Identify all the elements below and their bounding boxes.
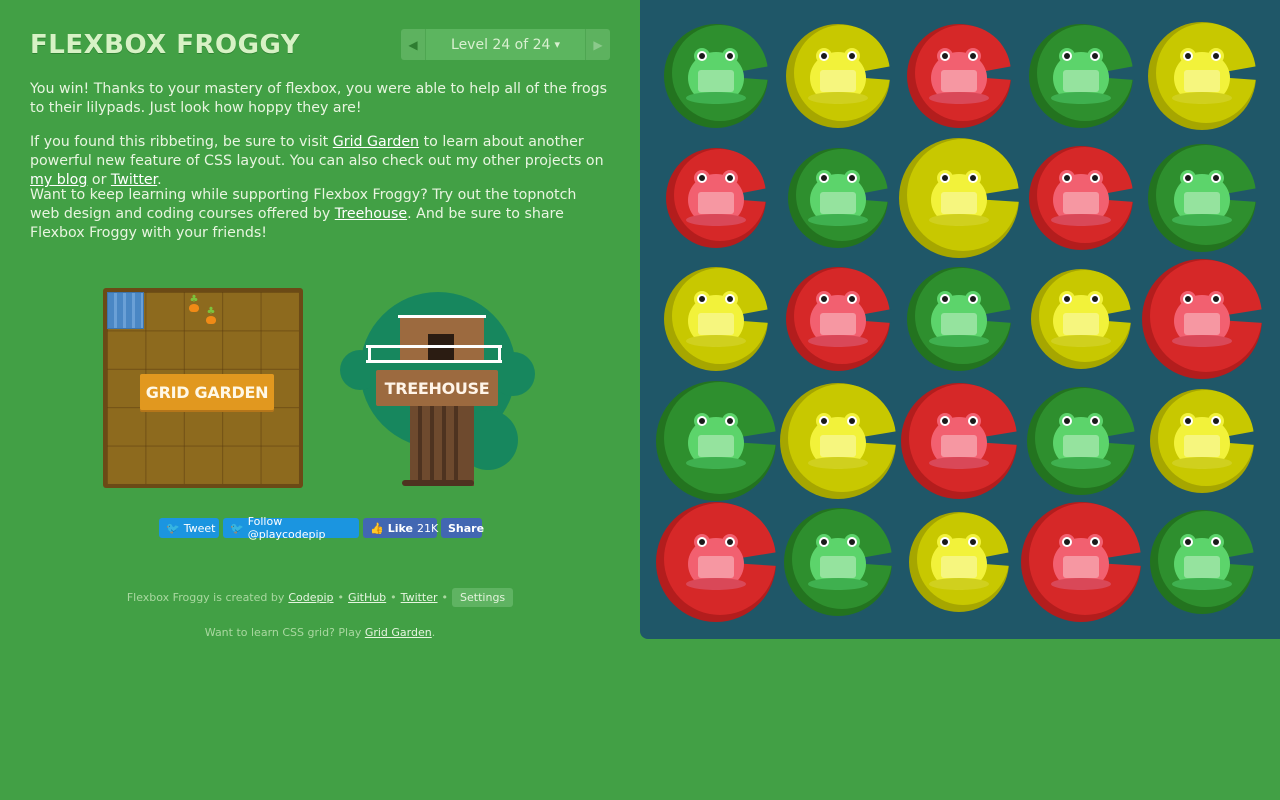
green-frog-on-lilypad	[1029, 24, 1135, 128]
yellow-frog-on-lilypad	[1150, 389, 1256, 493]
red-frog-on-lilypad	[666, 148, 768, 248]
grid-garden-paragraph: If you found this ribbeting, be sure to …	[30, 133, 610, 190]
green-frog-on-lilypad	[1027, 387, 1137, 495]
treehouse-label: TREEHOUSE	[376, 370, 498, 406]
win-message: You win! Thanks to your mastery of flexb…	[30, 81, 608, 116]
next-level-arrow-icon[interactable]: ▶	[586, 29, 610, 60]
pond-svg	[656, 22, 1264, 622]
yellow-frog-on-lilypad	[664, 267, 770, 371]
carrot-icon: ♣	[204, 307, 218, 326]
twitter-footer-link[interactable]: Twitter	[401, 591, 438, 604]
grid-garden-label: GRID GARDEN	[140, 374, 274, 410]
facebook-like-button[interactable]: 👍 Like 21K	[363, 518, 439, 538]
thumbs-up-icon: 👍	[370, 521, 384, 535]
grid-garden-footer: Want to learn CSS grid? Play Grid Garden…	[30, 626, 610, 639]
green-frog-on-lilypad	[788, 148, 890, 248]
separator: •	[441, 591, 449, 604]
red-frog-on-lilypad	[1029, 146, 1135, 250]
grid-garden-link[interactable]: Grid Garden	[333, 134, 419, 150]
like-label: Like	[387, 521, 413, 535]
like-count: 21K	[416, 521, 439, 535]
twitter-bird-icon: 🐦	[230, 521, 244, 535]
twitter-bird-icon: 🐦	[166, 521, 180, 535]
green-frog-on-lilypad	[1150, 510, 1256, 614]
github-link[interactable]: GitHub	[348, 591, 386, 604]
follow-button[interactable]: 🐦 Follow @playcodepip	[223, 515, 359, 541]
red-frog-on-lilypad	[907, 24, 1013, 128]
red-frog-on-lilypad	[656, 502, 778, 622]
level-navigator: ◀ Level 24 of 24 ▾ ▶	[401, 29, 610, 60]
treehouse-paragraph: Want to keep learning while supporting F…	[30, 186, 610, 243]
red-frog-on-lilypad	[1142, 259, 1264, 379]
pond-board	[640, 0, 1280, 639]
red-frog-on-lilypad	[901, 383, 1019, 499]
share-label: Share	[448, 521, 485, 535]
treehouse-promo[interactable]: TREEHOUSE	[338, 290, 538, 490]
tweet-button[interactable]: 🐦 Tweet	[159, 518, 219, 538]
level-indicator-text: Level 24 of 24	[451, 36, 551, 53]
green-frog-on-lilypad	[907, 267, 1013, 371]
learn-text: Want to learn CSS grid? Play	[204, 626, 362, 639]
separator: •	[390, 591, 397, 604]
separator: •	[337, 591, 345, 604]
yellow-frog-on-lilypad	[909, 512, 1011, 612]
previous-level-arrow-icon[interactable]: ◀	[401, 29, 425, 60]
green-frog-on-lilypad	[784, 508, 894, 616]
follow-label: Follow @playcodepip	[247, 515, 326, 541]
carrot-icon: ♣	[187, 295, 201, 314]
green-frog-on-lilypad	[664, 24, 770, 128]
page-title: FLEXBOX FROGGY	[30, 30, 301, 60]
paragraph-text: If you found this ribbeting, be sure to …	[30, 134, 333, 150]
yellow-frog-on-lilypad	[899, 138, 1021, 258]
water-tile	[107, 292, 144, 329]
red-frog-on-lilypad	[786, 267, 892, 371]
grid-garden-promo[interactable]: ♣ ♣ GRID GARDEN	[103, 288, 303, 488]
settings-button[interactable]: Settings	[452, 588, 514, 607]
yellow-frog-on-lilypad	[1148, 22, 1258, 130]
garden-soil-image: ♣ ♣ GRID GARDEN	[107, 292, 299, 484]
red-frog-on-lilypad	[1021, 502, 1143, 622]
tweet-label: Tweet	[183, 521, 216, 535]
grid-garden-footer-link[interactable]: Grid Garden	[365, 626, 432, 639]
yellow-frog-on-lilypad	[1031, 269, 1133, 369]
treehouse-link[interactable]: Treehouse	[335, 206, 407, 222]
codepip-link[interactable]: Codepip	[288, 591, 333, 604]
green-frog-on-lilypad	[1148, 144, 1258, 252]
caret-down-icon: ▾	[554, 38, 560, 51]
credits-footer: Flexbox Froggy is created by Codepip • G…	[30, 587, 610, 608]
facebook-share-button[interactable]: Share	[441, 518, 485, 538]
period: .	[431, 626, 436, 639]
level-indicator-dropdown[interactable]: Level 24 of 24 ▾	[425, 29, 586, 60]
yellow-frog-on-lilypad	[780, 383, 898, 499]
green-frog-on-lilypad	[656, 381, 778, 501]
credits-text: Flexbox Froggy is created by	[126, 591, 285, 604]
yellow-frog-on-lilypad	[786, 24, 892, 128]
